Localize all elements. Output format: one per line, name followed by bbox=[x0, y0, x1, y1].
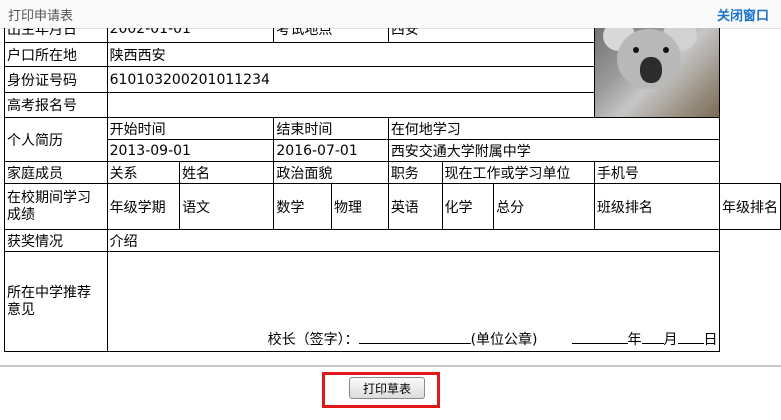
page-title: 打印申请表 bbox=[8, 9, 74, 24]
family-employer-header: 现在工作或学习单位 bbox=[441, 161, 595, 184]
hukou-label: 户口所在地 bbox=[4, 41, 108, 68]
resume-start-header: 开始时间 bbox=[106, 117, 275, 140]
applicant-photo bbox=[593, 28, 721, 118]
birth-row: 出生年月日 2002-01-01 考试地点 西安 bbox=[4, 28, 781, 118]
close-window-link[interactable]: 关闭窗口 bbox=[717, 5, 769, 24]
recommend-row: 所在中学推荐意见 校长（签字）： (单位公章) 年 月 日 bbox=[4, 251, 781, 352]
family-row: 家庭成员 关系 姓名 政治面貌 职务 现在工作或学习单位 手机号 bbox=[4, 161, 781, 184]
awards-label: 获奖情况 bbox=[4, 229, 108, 252]
application-form-table: 出生年月日 2002-01-01 考试地点 西安 户口所在地 陕西西安 身份证号… bbox=[4, 28, 781, 352]
exam-site-value: 西安 bbox=[387, 28, 595, 43]
family-position-header: 职务 bbox=[387, 161, 443, 184]
grades-class-rank-header: 班级排名 bbox=[593, 183, 721, 230]
awards-row: 获奖情况 介绍 bbox=[4, 229, 781, 252]
resume-start-value: 2013-09-01 bbox=[106, 139, 275, 162]
grades-chinese-header: 语文 bbox=[179, 183, 275, 230]
signature-line: 校长（签字）： (单位公章) 年 月 日 bbox=[268, 329, 718, 349]
application-form-area[interactable]: 出生年月日 2002-01-01 考试地点 西安 户口所在地 陕西西安 身份证号… bbox=[0, 28, 781, 360]
family-relation-header: 关系 bbox=[106, 161, 181, 184]
month-label: 月 bbox=[663, 332, 678, 348]
gaokao-label: 高考报名号 bbox=[4, 92, 108, 118]
grades-term-header: 年级学期 bbox=[106, 183, 181, 230]
id-value: 610103200201011234 bbox=[106, 66, 595, 94]
resume-place-header: 在何地学习 bbox=[387, 117, 721, 140]
window-header: 打印申请表 关闭窗口 bbox=[0, 0, 781, 29]
birth-value: 2002-01-01 bbox=[106, 28, 275, 43]
bottom-divider bbox=[0, 365, 781, 367]
resume-label: 个人简历 bbox=[4, 117, 108, 162]
family-political-header: 政治面貌 bbox=[273, 161, 389, 184]
grades-grade-rank-header: 年级排名 bbox=[719, 183, 781, 230]
grades-row: 在校期间学习成绩 年级学期 语文 数学 物理 英语 化学 总分 班级排名 年级排… bbox=[4, 183, 781, 230]
resume-place-value: 西安交通大学附属中学 bbox=[387, 139, 721, 162]
principal-sign-label: 校长（签字）： bbox=[267, 332, 359, 348]
resume-data-row: 2013-09-01 2016-07-01 西安交通大学附属中学 bbox=[5, 139, 781, 162]
id-label: 身份证号码 bbox=[4, 66, 108, 94]
recommend-label: 所在中学推荐意见 bbox=[4, 251, 108, 352]
family-phone-header: 手机号 bbox=[593, 161, 721, 184]
exam-site-label: 考试地点 bbox=[273, 28, 389, 43]
family-label: 家庭成员 bbox=[4, 161, 108, 184]
resume-end-value: 2016-07-01 bbox=[273, 139, 389, 162]
resume-header-row: 个人简历 开始时间 结束时间 在何地学习 bbox=[4, 117, 781, 162]
year-label: 年 bbox=[627, 332, 642, 348]
birth-label: 出生年月日 bbox=[4, 28, 108, 43]
grades-chemistry-header: 化学 bbox=[441, 183, 495, 230]
print-draft-button[interactable]: 打印草表 bbox=[349, 377, 425, 399]
gaokao-value bbox=[106, 92, 595, 118]
resume-end-header: 结束时间 bbox=[273, 117, 389, 140]
family-name-header: 姓名 bbox=[179, 161, 275, 184]
grades-math-header: 数学 bbox=[273, 183, 333, 230]
grades-english-header: 英语 bbox=[387, 183, 443, 230]
awards-value: 介绍 bbox=[106, 229, 721, 252]
unit-stamp-label: (单位公章) bbox=[470, 332, 538, 348]
grades-physics-header: 物理 bbox=[331, 183, 389, 230]
hukou-value: 陕西西安 bbox=[106, 41, 595, 68]
grades-total-header: 总分 bbox=[493, 183, 595, 230]
day-label: 日 bbox=[703, 332, 718, 348]
grades-label: 在校期间学习成绩 bbox=[4, 183, 108, 230]
recommend-value: 校长（签字）： (单位公章) 年 月 日 bbox=[106, 251, 721, 352]
